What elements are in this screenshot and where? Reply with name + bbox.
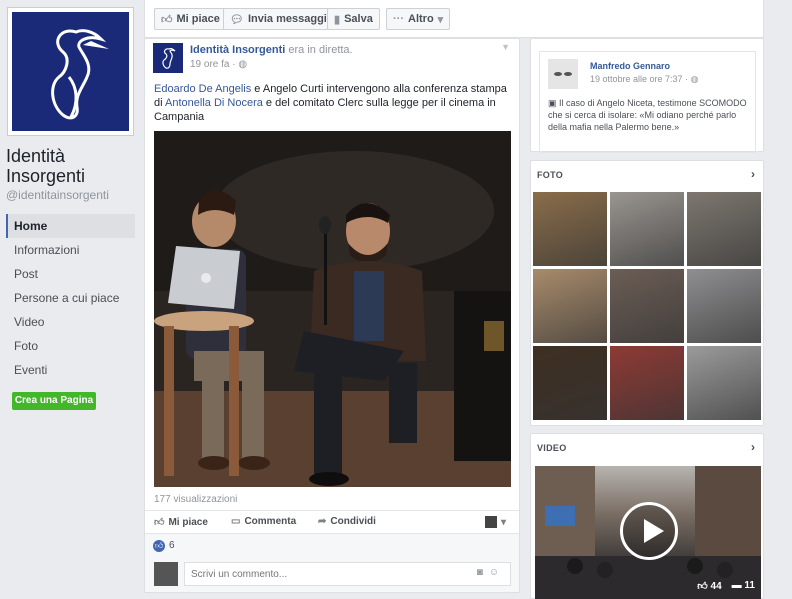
globe-icon: ◍ xyxy=(690,74,699,84)
nav-item-events[interactable]: Eventi xyxy=(6,358,135,382)
comment-attachments: ◙☺ xyxy=(477,567,505,578)
photo-thumbnail[interactable] xyxy=(687,269,761,343)
post-like-label: Mi piace xyxy=(168,516,208,528)
post-action-text: era in diretta. xyxy=(288,44,353,56)
link-icon: ▣ xyxy=(548,98,557,108)
comment-icon: ▭ xyxy=(231,516,241,527)
comment-input[interactable] xyxy=(184,562,511,586)
video-likes: 👍︎ 44 xyxy=(697,581,722,592)
thumbs-up-icon: 👍︎ xyxy=(154,517,165,528)
send-message-label: Invia messaggio xyxy=(247,13,334,25)
post-actions-bar: 👍︎ Mi piace ▭ Commenta ➦ Condividi ▾ xyxy=(145,510,519,532)
video-like-count: 44 xyxy=(710,581,722,592)
page-title: Identità Insorgenti xyxy=(6,146,86,186)
photo-thumbnail[interactable] xyxy=(610,269,684,343)
nav-item-home[interactable]: Home xyxy=(6,214,135,238)
post-share-label: Condividi xyxy=(330,516,376,527)
page-action-bar: 👍︎ Mi piace 💬︎ Invia messaggio ▮ Salva ·… xyxy=(144,0,764,38)
chevron-right-icon[interactable]: › xyxy=(751,167,755,181)
side-post-author-avatar[interactable] xyxy=(548,59,578,89)
photo-thumbnail[interactable] xyxy=(533,346,607,420)
share-icon: ➦ xyxy=(318,516,327,527)
emoji-icon[interactable]: ☺ xyxy=(489,567,505,578)
post-comment-button[interactable]: ▭ Commenta xyxy=(231,516,296,527)
tag-antonella-di-nocera[interactable]: Antonella Di Nocera xyxy=(165,97,263,109)
post-options-chevron-icon[interactable]: ▼ xyxy=(501,42,510,52)
post-reactions-summary[interactable]: 👍︎ 6 xyxy=(145,533,519,555)
camera-icon[interactable]: ◙ xyxy=(477,567,489,578)
nav-item-photos[interactable]: Foto xyxy=(6,334,135,358)
videos-card: VIDEO › 👍︎ 44 ▬ 11 xyxy=(530,433,764,599)
post-timestamp[interactable]: 19 ore fa · ◍ xyxy=(190,59,247,70)
like-page-button[interactable]: 👍︎ Mi piace xyxy=(154,8,227,30)
more-button[interactable]: ··· Altro ▾ xyxy=(386,8,451,30)
page-handle[interactable]: @identitainsorgenti xyxy=(6,188,109,202)
post-author-avatar[interactable] xyxy=(153,43,183,73)
send-message-button[interactable]: 💬︎ Invia messaggio xyxy=(223,8,341,30)
photo-grid xyxy=(533,192,763,420)
video-frame xyxy=(154,131,511,487)
post-like-button[interactable]: 👍︎ Mi piace xyxy=(154,516,208,529)
like-count: 6 xyxy=(169,540,175,551)
save-button[interactable]: ▮ Salva xyxy=(327,8,380,30)
nav-item-info[interactable]: Informazioni xyxy=(6,238,135,262)
page-profile-picture[interactable] xyxy=(7,7,134,136)
post-share-button[interactable]: ➦ Condividi xyxy=(318,516,376,527)
photo-thumbnail[interactable] xyxy=(533,269,607,343)
comment-composer: ◙☺ xyxy=(145,555,519,592)
message-icon: 💬︎ xyxy=(230,13,244,26)
commenter-avatar xyxy=(154,562,178,586)
nav-item-posts[interactable]: Post xyxy=(6,262,135,286)
side-post-text: ▣ Il caso di Angelo Niceta, testimone SC… xyxy=(548,97,748,133)
video-thumbnail[interactable]: 👍︎ 44 ▬ 11 xyxy=(535,466,761,599)
chevron-down-icon: ▾ xyxy=(437,13,444,26)
nav-item-videos[interactable]: Video xyxy=(6,310,135,334)
post-author-name[interactable]: Identità Insorgenti xyxy=(190,44,285,56)
tag-edoardo-de-angelis[interactable]: Edoardo De Angelis xyxy=(154,83,251,95)
post-card: Identità Insorgenti era in diretta. 19 o… xyxy=(144,38,520,593)
post-header: Identità Insorgenti era in diretta. xyxy=(190,44,353,56)
video-comments: ▬ 11 xyxy=(731,580,755,591)
photo-thumbnail[interactable] xyxy=(687,346,761,420)
post-comment-label: Commenta xyxy=(244,516,297,527)
post-as-selector[interactable]: ▾ xyxy=(485,516,506,528)
globe-icon: ◍ xyxy=(238,59,248,70)
chevron-right-icon[interactable]: › xyxy=(751,440,755,454)
photo-thumbnail[interactable] xyxy=(610,192,684,266)
post-as-avatar xyxy=(485,516,497,528)
like-reaction-icon: 👍︎ xyxy=(153,540,165,552)
video-stats: 👍︎ 44 ▬ 11 xyxy=(697,580,755,592)
chevron-down-icon: ▾ xyxy=(501,516,507,528)
live-video-player[interactable] xyxy=(154,131,511,487)
photos-card-title[interactable]: FOTO xyxy=(537,170,563,180)
bookmark-icon: ▮ xyxy=(334,13,341,26)
related-post-card: Manfredo Gennaro 19 ottobre alle ore 7:3… xyxy=(530,38,764,153)
shared-post-preview[interactable]: Manfredo Gennaro 19 ottobre alle ore 7:3… xyxy=(539,51,756,153)
side-post-body: Il caso di Angelo Niceta, testimone SCOM… xyxy=(548,98,747,132)
more-label: Altro xyxy=(408,13,434,25)
videos-card-title[interactable]: VIDEO xyxy=(537,443,567,453)
post-time-text: 19 ore fa · xyxy=(190,59,236,70)
post-body: Edoardo De Angelis e Angelo Curti interv… xyxy=(154,82,512,124)
thumbs-up-icon: 👍︎ xyxy=(161,13,173,26)
photo-thumbnail[interactable] xyxy=(533,192,607,266)
video-comment-count: 11 xyxy=(744,580,755,591)
create-page-button[interactable]: Crea una Pagina xyxy=(12,392,96,410)
dots-icon: ··· xyxy=(393,13,404,25)
play-icon[interactable] xyxy=(620,502,678,560)
nav-item-likes[interactable]: Persone a cui piace xyxy=(6,286,135,310)
photos-card: FOTO › xyxy=(530,160,764,426)
save-label: Salva xyxy=(344,13,373,25)
left-navigation: Home Informazioni Post Persone a cui pia… xyxy=(6,214,135,382)
like-page-label: Mi piace xyxy=(176,13,220,25)
side-post-time-text: 19 ottobre alle ore 7:37 · xyxy=(590,74,689,84)
photo-thumbnail[interactable] xyxy=(687,192,761,266)
photo-thumbnail[interactable] xyxy=(610,346,684,420)
side-post-author-name[interactable]: Manfredo Gennaro xyxy=(590,61,670,71)
logo-image xyxy=(12,12,129,131)
side-post-timestamp: 19 ottobre alle ore 7:37 · ◍ xyxy=(590,74,698,85)
view-count[interactable]: 177 visualizzazioni xyxy=(154,494,237,505)
